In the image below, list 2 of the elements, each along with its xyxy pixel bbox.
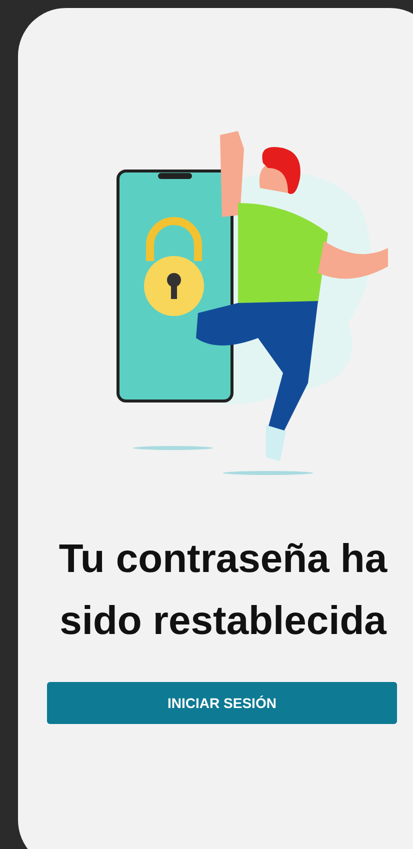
- title-text: Tu contraseña ha sido restablecida: [58, 536, 388, 645]
- login-button[interactable]: INICIAR SESIÓN: [47, 682, 397, 724]
